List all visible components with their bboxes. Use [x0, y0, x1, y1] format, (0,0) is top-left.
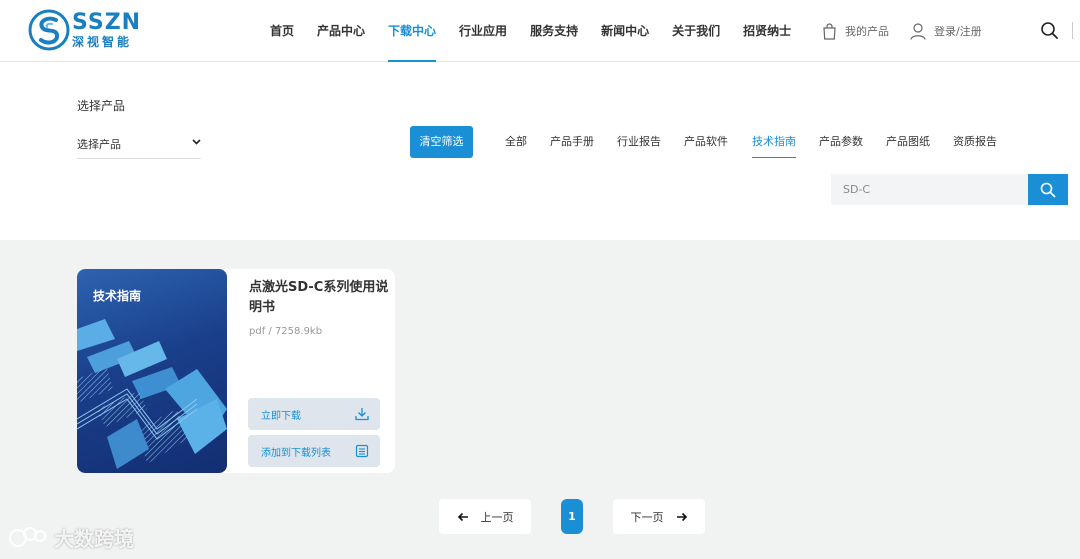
document-title[interactable]: 点激光SD-C系列使用说明书 [249, 278, 389, 318]
search-submit-button[interactable] [1028, 174, 1068, 205]
nav-support[interactable]: 服务支持 [530, 0, 578, 62]
add-to-list-label: 添加到下载列表 [261, 448, 331, 459]
next-page-button[interactable]: 下一页 [613, 499, 705, 534]
nav-products[interactable]: 产品中心 [317, 0, 365, 62]
nav-downloads[interactable]: 下载中心 [388, 0, 437, 62]
category-tab-report[interactable]: 行业报告 [617, 126, 661, 158]
category-tab-all[interactable]: 全部 [505, 126, 527, 158]
watermark: 大数跨境 [8, 523, 134, 552]
prev-page-button[interactable]: 上一页 [439, 499, 531, 534]
watermark-logo-icon [9, 526, 46, 547]
clear-filter-button[interactable]: 清空筛选 [410, 126, 473, 158]
arrow-right-icon [676, 512, 687, 521]
prev-page-label: 上一页 [480, 510, 514, 524]
document-cover[interactable]: 技术指南 [77, 269, 227, 473]
search-input[interactable] [831, 174, 1028, 205]
list-icon [355, 444, 369, 458]
download-card: 技术指南 点激光SD-C系列使用说明书 pdf / 7258.9kb 立即下载 … [77, 269, 395, 473]
category-tab-tech-guide[interactable]: 技术指南 [752, 126, 796, 158]
download-icon [355, 408, 369, 421]
site-header: SSZN 深视智能 首页 产品中心 下载中心 行业应用 服务支持 新闻中心 关于… [0, 0, 1080, 62]
search-icon[interactable] [1040, 21, 1060, 41]
nav-news[interactable]: 新闻中心 [601, 0, 649, 62]
nav-careers[interactable]: 招贤纳士 [743, 0, 791, 62]
download-now-label: 立即下载 [261, 411, 301, 422]
next-page-label: 下一页 [630, 510, 664, 524]
watermark-text: 大数跨境 [54, 527, 134, 551]
my-products-label: 我的产品 [845, 25, 889, 38]
shopping-bag-icon [823, 22, 836, 40]
nav-about[interactable]: 关于我们 [672, 0, 720, 62]
header-divider [1072, 22, 1073, 39]
product-select[interactable]: 选择产品 [77, 130, 201, 159]
product-filter-label: 选择产品 [77, 99, 126, 113]
product-select-value: 选择产品 [77, 138, 121, 151]
page-number-current[interactable]: 1 [561, 499, 583, 534]
login-label: 登录/注册 [934, 25, 982, 38]
brand-name-cn: 深视智能 [72, 35, 133, 49]
nav-industry[interactable]: 行业应用 [459, 0, 507, 62]
chevron-down-icon [192, 139, 201, 145]
brand-name-en: SSZN [72, 10, 142, 35]
document-meta: pdf / 7258.9kb [249, 326, 323, 337]
main-nav: 首页 产品中心 下载中心 行业应用 服务支持 新闻中心 关于我们 招贤纳士 [270, 0, 814, 62]
category-tab-certificates[interactable]: 资质报告 [953, 126, 997, 158]
add-to-download-list-button[interactable]: 添加到下载列表 [248, 435, 380, 467]
my-products-link[interactable]: 我的产品 [822, 0, 889, 62]
user-icon [910, 22, 926, 40]
brand-logo[interactable]: SSZN 深视智能 [28, 9, 141, 51]
cover-category-label: 技术指南 [93, 289, 142, 303]
results-area: 技术指南 点激光SD-C系列使用说明书 pdf / 7258.9kb 立即下载 … [0, 240, 1080, 559]
download-search [831, 174, 1068, 205]
category-tab-software[interactable]: 产品软件 [684, 126, 728, 158]
search-icon [1040, 182, 1056, 197]
brand-logo-icon [28, 9, 70, 51]
arrow-left-icon [457, 512, 468, 521]
category-tab-params[interactable]: 产品参数 [819, 126, 863, 158]
category-tab-manual[interactable]: 产品手册 [550, 126, 594, 158]
login-link[interactable]: 登录/注册 [910, 0, 982, 62]
filter-panel: 选择产品 选择产品 清空筛选 全部 产品手册 行业报告 产品软件 技术指南 产品… [0, 62, 1080, 240]
nav-home[interactable]: 首页 [270, 0, 294, 62]
download-now-button[interactable]: 立即下载 [248, 398, 380, 430]
category-tab-drawings[interactable]: 产品图纸 [886, 126, 930, 158]
